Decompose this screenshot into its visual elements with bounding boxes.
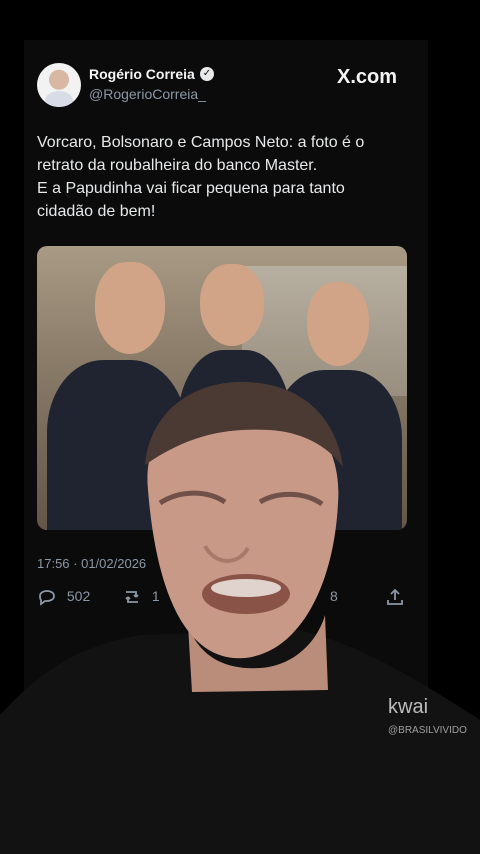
- share-icon: [387, 589, 403, 606]
- reply-action[interactable]: 502: [37, 588, 91, 607]
- tweet-text: Vorcaro, Bolsonaro e Campos Neto: a foto…: [37, 131, 399, 223]
- retweet-icon: [125, 591, 139, 604]
- reply-icon: [39, 590, 55, 607]
- x-brand-logo: X.com: [337, 66, 398, 88]
- author-avatar[interactable]: [37, 63, 81, 107]
- kwai-account: @BRASILVIVIDO: [388, 725, 467, 736]
- reply-count: 502: [66, 588, 91, 604]
- tweet-text-line: E a Papudinha vai ficar pequena para tan…: [37, 180, 345, 197]
- tweet-photo[interactable]: [37, 246, 407, 530]
- like-count: 8: [330, 588, 338, 604]
- photo-person-right: [262, 246, 402, 530]
- photo-person-left: [47, 246, 187, 530]
- tweet-timestamp[interactable]: 17:56 · 01/02/2026: [37, 556, 146, 571]
- tweet-text-line: retrato da roubalheira do banco Master.: [37, 157, 318, 174]
- author-name[interactable]: Rogério Correia: [89, 66, 195, 82]
- tweet-text-line: cidadão de bem!: [37, 203, 156, 220]
- retweet-action[interactable]: 1: [122, 588, 160, 606]
- tweet-text-line: Vorcaro, Bolsonaro e Campos Neto: a foto…: [37, 134, 365, 151]
- like-action[interactable]: 8: [330, 588, 338, 604]
- share-action[interactable]: [385, 588, 411, 606]
- retweet-count: 1: [151, 588, 160, 604]
- verified-badge-icon: ✓: [200, 67, 214, 81]
- kwai-logo: kwai: [388, 696, 429, 718]
- author-handle[interactable]: @RogerioCorreia_: [89, 86, 206, 102]
